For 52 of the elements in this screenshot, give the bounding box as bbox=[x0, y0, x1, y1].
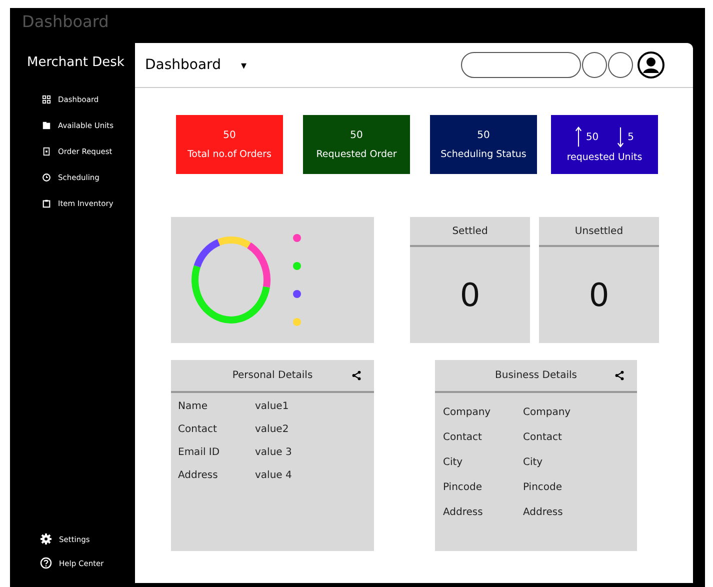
window-title: Dashboard bbox=[22, 12, 109, 31]
round-button[interactable] bbox=[582, 52, 607, 78]
stat-label: Scheduling Status bbox=[440, 148, 526, 160]
page-dropdown[interactable]: Dashboard ▾ bbox=[145, 57, 246, 73]
field-value: City bbox=[523, 457, 543, 468]
stat-value: 5 bbox=[628, 132, 634, 142]
field-label: Contact bbox=[178, 424, 218, 435]
field-label: Address bbox=[178, 470, 219, 481]
counter-title: Unsettled bbox=[574, 226, 624, 236]
round-button[interactable] bbox=[608, 52, 633, 78]
share-icon[interactable] bbox=[614, 370, 625, 381]
field-value: Pincode bbox=[523, 482, 562, 493]
brand-name: Merchant Desk bbox=[27, 55, 126, 70]
stat-label: Requested Order bbox=[316, 148, 397, 160]
stat-value: 50 bbox=[350, 130, 363, 140]
counter-value: 0 bbox=[588, 276, 610, 314]
stat-label: Total no.of Orders bbox=[187, 148, 272, 160]
clipboard-icon bbox=[42, 199, 51, 208]
settings-icon bbox=[40, 533, 52, 545]
field-label: Company bbox=[443, 407, 492, 418]
stat-value: 50 bbox=[477, 130, 490, 140]
field-value: value 3 bbox=[255, 447, 292, 458]
grid-icon bbox=[42, 95, 51, 104]
field-label: City bbox=[443, 457, 464, 468]
field-label: Name bbox=[178, 401, 209, 412]
field-value: value 4 bbox=[255, 470, 292, 481]
stat-value: 50 bbox=[223, 130, 236, 140]
stat-value: 50 bbox=[586, 132, 599, 142]
field-value: value2 bbox=[255, 424, 289, 435]
down-arrow-icon bbox=[616, 126, 624, 148]
field-label: Address bbox=[443, 507, 484, 518]
stat-label: requested Units bbox=[566, 152, 642, 163]
box-icon bbox=[42, 121, 51, 130]
clock-icon bbox=[42, 173, 51, 182]
field-value: value1 bbox=[255, 401, 289, 412]
card-title: Personal Details bbox=[232, 370, 313, 381]
counter-title: Settled bbox=[452, 226, 488, 236]
help-icon bbox=[40, 557, 52, 569]
field-label: Contact bbox=[443, 432, 483, 443]
field-value: Contact bbox=[523, 432, 562, 443]
user-avatar-icon[interactable] bbox=[637, 51, 665, 79]
document-icon bbox=[42, 147, 51, 156]
field-label: Pincode bbox=[443, 482, 484, 493]
field-value: Company bbox=[523, 407, 571, 418]
field-value: Address bbox=[523, 507, 563, 518]
share-icon[interactable] bbox=[351, 370, 362, 381]
counter-value: 0 bbox=[460, 276, 480, 314]
field-label: Email ID bbox=[178, 447, 221, 458]
caret-icon: ▾ bbox=[240, 58, 246, 72]
up-arrow-icon bbox=[574, 126, 582, 148]
card-title: Business Details bbox=[495, 370, 577, 381]
search-field[interactable] bbox=[461, 52, 581, 78]
